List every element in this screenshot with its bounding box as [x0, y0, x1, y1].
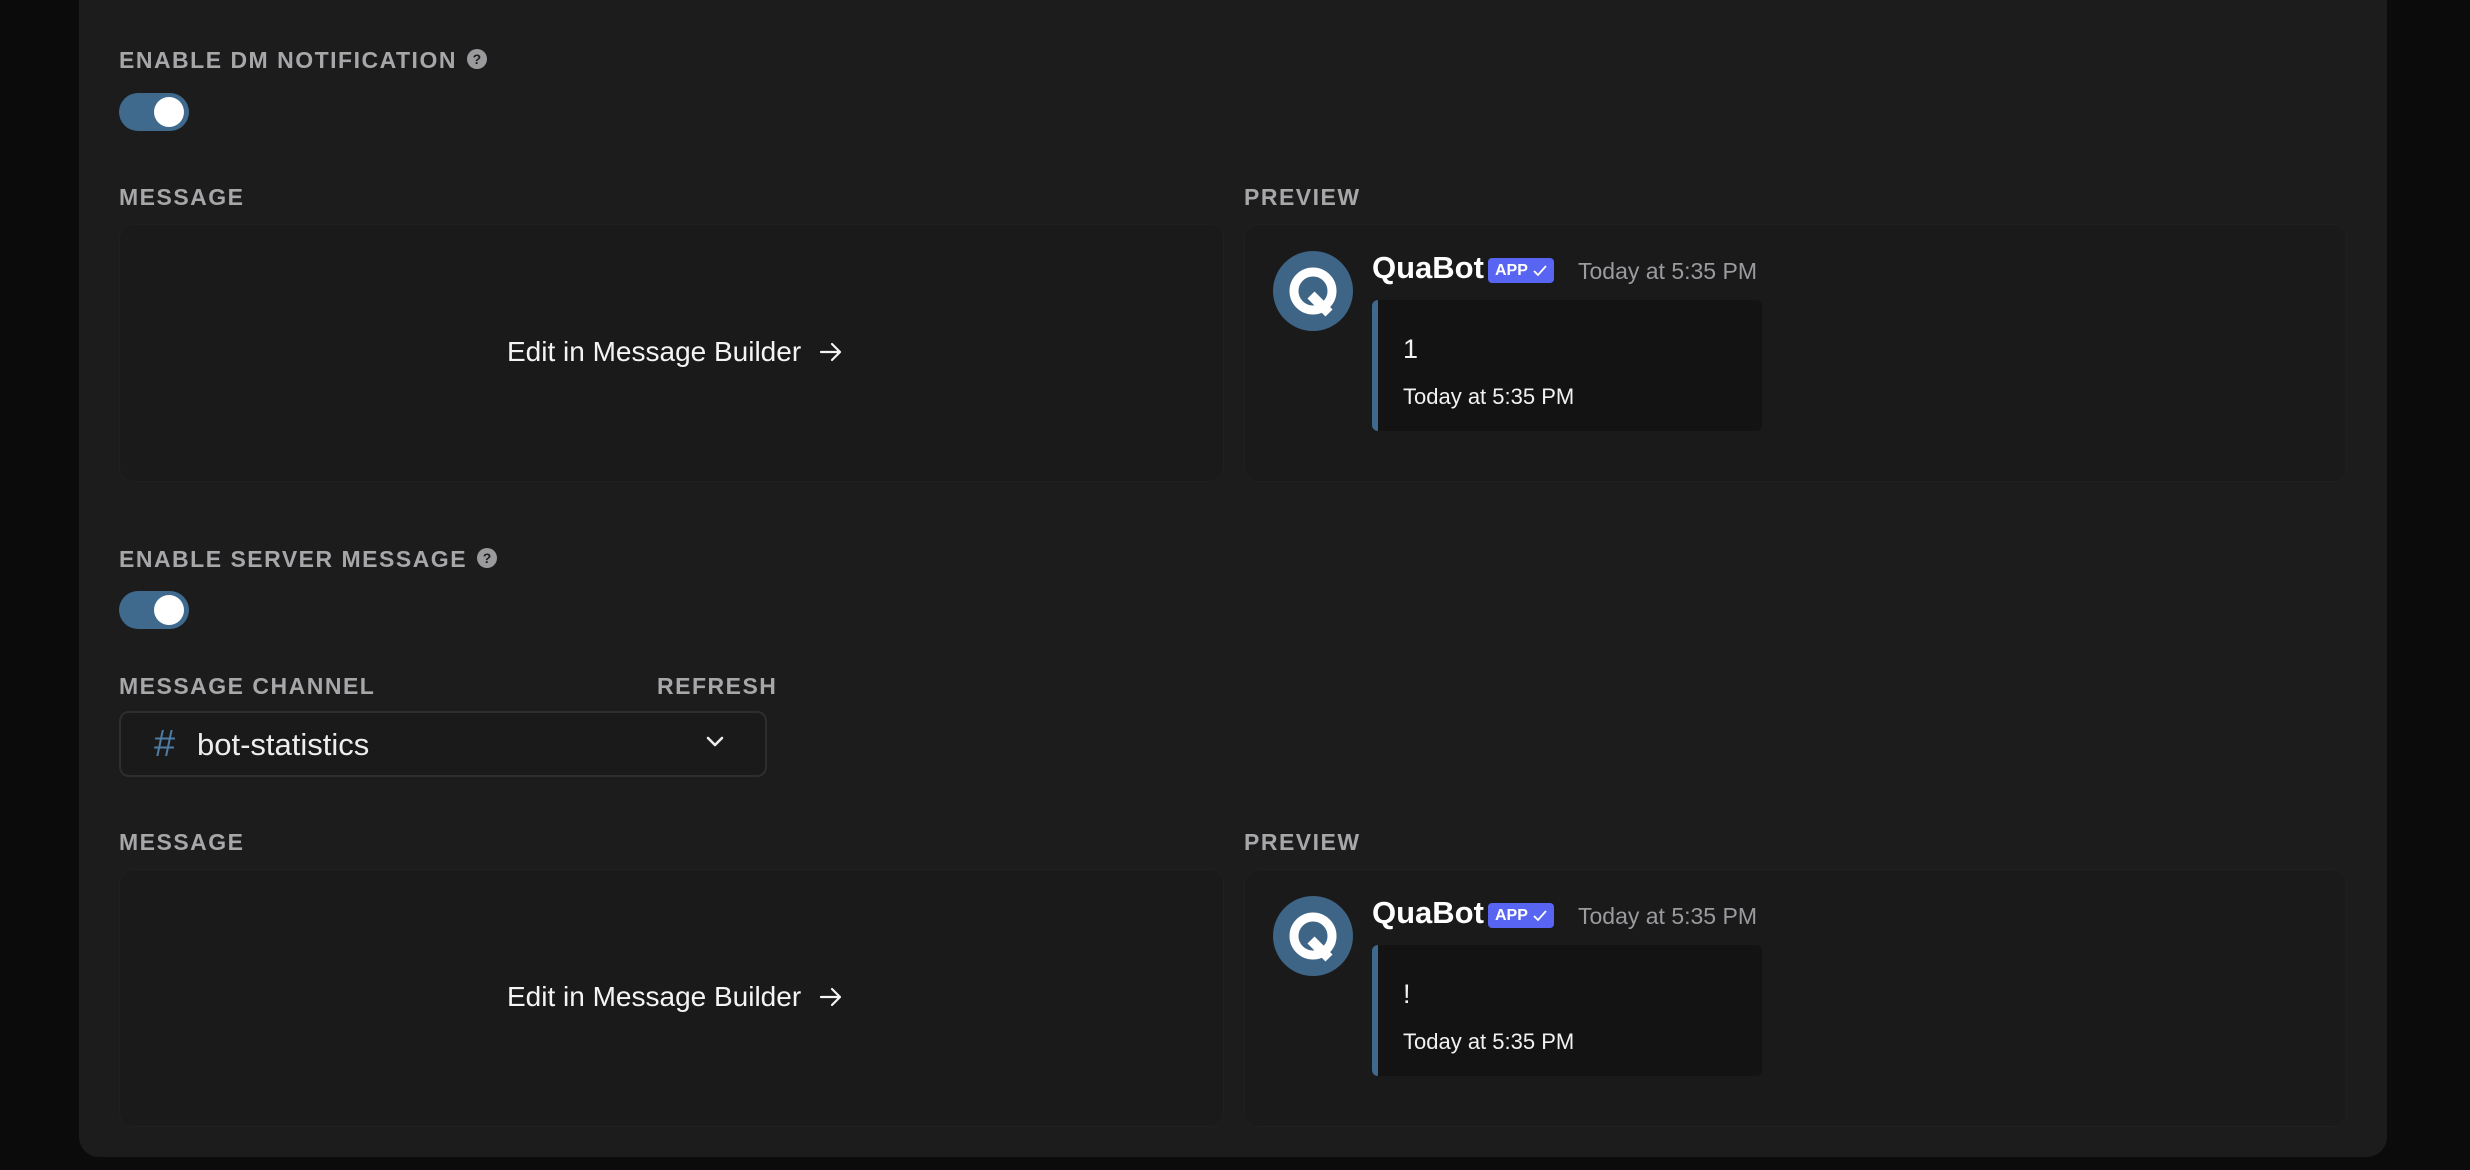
- embed-footer: Today at 5:35 PM: [1403, 1029, 1575, 1054]
- help-icon[interactable]: ?: [466, 49, 487, 69]
- message-channel-label: MESSAGE CHANNEL: [119, 673, 376, 699]
- channel-hash-icon: #: [154, 723, 176, 765]
- edit-link-label: Edit in Message Builder: [507, 981, 802, 1012]
- quabot-logo-icon: [1273, 896, 1353, 976]
- app-badge: APP: [1488, 258, 1554, 283]
- server-message-heading: ENABLE SERVER MESSAGE?: [119, 546, 498, 573]
- message-channel-select[interactable]: # bot-statistics: [119, 711, 767, 777]
- refresh-button[interactable]: REFRESH: [657, 673, 777, 700]
- dm-notification-heading: ENABLE DM NOTIFICATION?: [119, 47, 487, 74]
- arrow-right-icon: [820, 987, 842, 1007]
- edit-link-label: Edit in Message Builder: [507, 336, 802, 367]
- embed-card: ! Today at 5:35 PM: [1372, 945, 1762, 1076]
- server-preview-label: PREVIEW: [1244, 829, 1361, 855]
- toggle-knob: [154, 595, 184, 625]
- dm-edit-in-message-builder-link[interactable]: Edit in Message Builder: [507, 336, 843, 368]
- message-timestamp: Today at 5:35 PM: [1578, 258, 1757, 284]
- server-preview-box: QuaBot APP Today at 5:35 PM ! Today at 5…: [1244, 869, 2347, 1127]
- chevron-down-icon: [706, 736, 724, 747]
- check-icon: [1533, 909, 1547, 921]
- dm-preview-box: QuaBot APP Today at 5:35 PM 1 Today at 5…: [1244, 224, 2347, 482]
- help-icon[interactable]: ?: [477, 548, 498, 568]
- dm-notification-toggle[interactable]: [119, 93, 189, 131]
- bot-name: QuaBot: [1372, 895, 1484, 930]
- server-message-toggle[interactable]: [119, 591, 189, 629]
- server-message-box-label: MESSAGE: [119, 829, 245, 855]
- embed-description: !: [1403, 979, 1411, 1009]
- dm-message-label: MESSAGE: [119, 184, 245, 210]
- check-icon: [1533, 264, 1547, 276]
- embed-footer: Today at 5:35 PM: [1403, 384, 1575, 409]
- bot-name: QuaBot: [1372, 250, 1484, 285]
- message-timestamp: Today at 5:35 PM: [1578, 903, 1757, 929]
- toggle-knob: [154, 97, 184, 127]
- channel-select-value: bot-statistics: [197, 727, 370, 762]
- server-message-label: ENABLE SERVER MESSAGE: [119, 546, 468, 572]
- dm-preview-label: PREVIEW: [1244, 184, 1361, 210]
- dm-message-builder-box[interactable]: Edit in Message Builder: [119, 224, 1224, 482]
- quabot-logo-icon: [1273, 251, 1353, 331]
- embed-card: 1 Today at 5:35 PM: [1372, 300, 1762, 431]
- app-badge-label: APP: [1495, 906, 1528, 924]
- app-badge: APP: [1488, 903, 1554, 928]
- server-message-builder-box[interactable]: Edit in Message Builder: [119, 869, 1224, 1127]
- arrow-right-icon: [820, 342, 842, 362]
- embed-description: 1: [1403, 334, 1419, 364]
- dm-notification-label: ENABLE DM NOTIFICATION: [119, 47, 457, 73]
- server-edit-in-message-builder-link[interactable]: Edit in Message Builder: [507, 981, 843, 1013]
- app-badge-label: APP: [1495, 261, 1528, 279]
